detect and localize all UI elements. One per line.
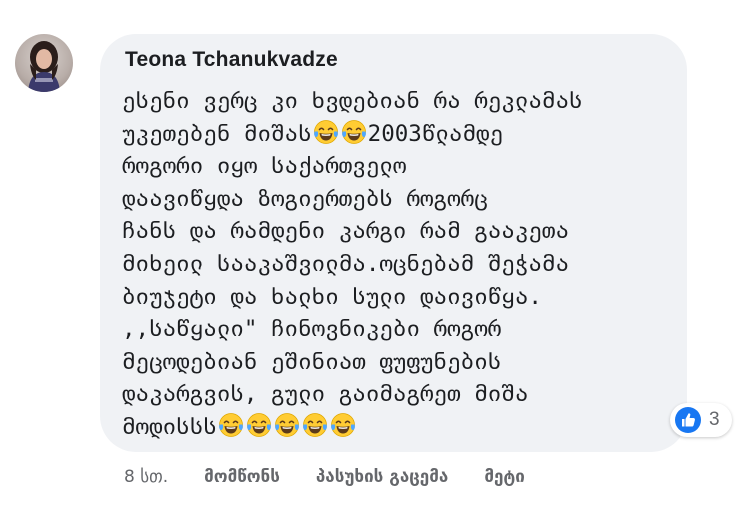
comment-line: უკეთებენ მიშას 2003წლამდე bbox=[122, 118, 682, 151]
face-with-tears-of-joy-icon bbox=[274, 412, 300, 438]
comment-line-text: დაავიწყდა ზოგიერთებს როგორც bbox=[122, 185, 488, 212]
reaction-count: 3 bbox=[709, 409, 720, 430]
avatar[interactable] bbox=[15, 34, 73, 92]
comment-line: მოდისსს bbox=[122, 411, 682, 444]
comment-line-text: მოდისსს bbox=[122, 413, 217, 440]
comment-timestamp[interactable]: 8 სთ. bbox=[124, 467, 168, 487]
like-icon bbox=[674, 406, 702, 434]
comment-line-text: ესენი ვერც კი ხვდებიან რა რეკლამას bbox=[122, 88, 583, 114]
face-with-tears-of-joy-icon bbox=[246, 412, 272, 438]
face-with-tears-of-joy-icon bbox=[302, 412, 328, 438]
comment-text: ესენი ვერც კი ხვდებიან რა რეკლამას უკეთე… bbox=[122, 85, 682, 444]
reply-button[interactable]: პასუხის გაცემა bbox=[316, 467, 448, 487]
avatar-photo bbox=[28, 41, 60, 92]
comment-line-text: ,,საწყალი" ჩინოვნიკები როგორ bbox=[122, 316, 502, 343]
comment-line-text: ჩანს და რამდენი კარგი რამ გააკეთა bbox=[122, 218, 570, 245]
more-button[interactable]: მეტი bbox=[484, 467, 525, 487]
face-with-tears-of-joy-icon bbox=[218, 412, 244, 438]
comment-line: დაავიწყდა ზოგიერთებს როგორც bbox=[122, 183, 682, 216]
comment-line: დაკარგვის, გული გაიმაგრეთ მიშა bbox=[122, 378, 682, 411]
comment-line-text: მიხეილ სააკაშვილმა.ოცნებამ შეჭამა bbox=[122, 250, 570, 277]
face-with-tears-of-joy-icon bbox=[313, 119, 339, 145]
face-with-tears-of-joy-icon bbox=[330, 412, 356, 438]
comment-line-text: როგორი იყო საქართველო bbox=[122, 153, 407, 180]
comment-line: ბიუჯეტი და ხალხი სული დაივიწყა. bbox=[122, 281, 682, 314]
comment-line: როგორი იყო საქართველო bbox=[122, 150, 682, 183]
comment-line: მეცოდებიან ეშინიათ ფუფუნების bbox=[122, 346, 682, 379]
comment-bubble: Teona Tchanukvadze ესენი ვერც კი ხვდებია… bbox=[100, 34, 687, 452]
comment-actions: 8 სთ. მომწონს პასუხის გაცემა მეტი bbox=[124, 463, 525, 491]
comment-line: ჩანს და რამდენი კარგი რამ გააკეთა bbox=[122, 215, 682, 248]
comment-line-text: დაკარგვის, გული გაიმაგრეთ მიშა bbox=[122, 381, 529, 408]
like-button[interactable]: მომწონს bbox=[204, 467, 280, 487]
comment-author[interactable]: Teona Tchanukvadze bbox=[125, 48, 338, 72]
comment-line-text: უკეთებენ მიშას bbox=[122, 120, 312, 147]
reactions-badge[interactable]: 3 bbox=[670, 403, 732, 437]
comment-line: ესენი ვერც კი ხვდებიან რა რეკლამას bbox=[122, 85, 682, 118]
comment-line-text: 2003წლამდე bbox=[367, 120, 504, 147]
comment-line: ,,საწყალი" ჩინოვნიკები როგორ bbox=[122, 313, 682, 346]
face-with-tears-of-joy-icon bbox=[341, 119, 367, 145]
comment-line: მიხეილ სააკაშვილმა.ოცნებამ შეჭამა bbox=[122, 248, 682, 281]
comment-line-text: ბიუჯეტი და ხალხი სული დაივიწყა. bbox=[122, 283, 542, 310]
comment-line-text: მეცოდებიან ეშინიათ ფუფუნების bbox=[122, 348, 502, 375]
